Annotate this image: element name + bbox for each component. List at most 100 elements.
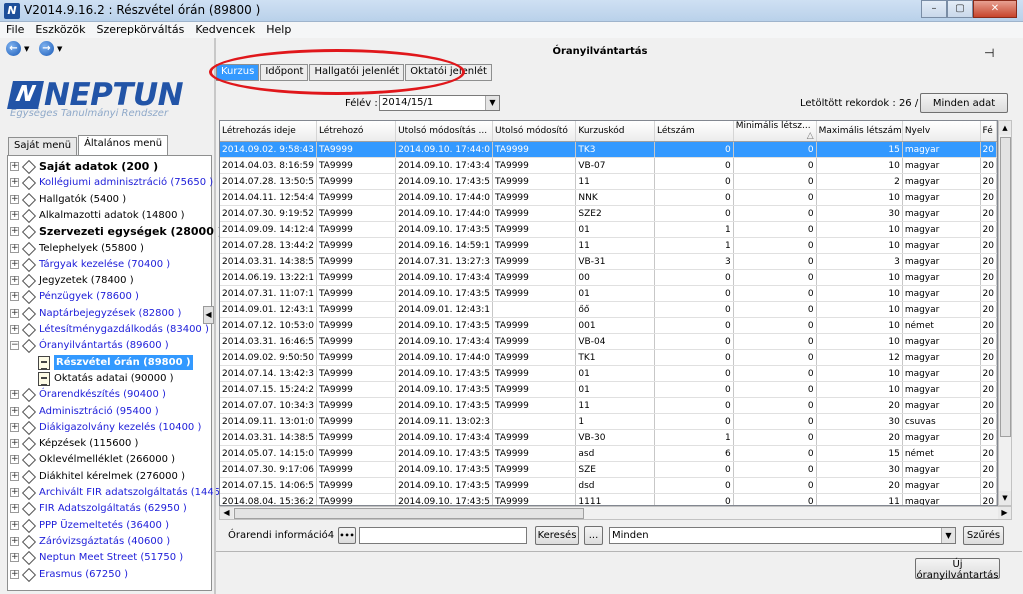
- forward-dropdown-icon[interactable]: ▼: [57, 45, 62, 53]
- expand-icon[interactable]: +: [10, 422, 19, 432]
- filter-select[interactable]: Minden ▼: [609, 527, 956, 544]
- menu-file[interactable]: File: [0, 22, 29, 36]
- table-row[interactable]: 2014.07.31. 11:07:1 TA9999 2014.09.10. 17:…: [220, 285, 997, 302]
- column-header[interactable]: Létszám: [654, 121, 734, 142]
- felev-select[interactable]: 2014/15/1 ▼: [379, 95, 500, 111]
- column-header[interactable]: Létrehozás ideje: [220, 121, 317, 142]
- back-arrow-icon[interactable]: ←: [6, 41, 21, 56]
- table-cell: TA9999: [316, 381, 397, 398]
- expand-icon[interactable]: +: [10, 162, 19, 171]
- column-header[interactable]: Kurzuskód: [575, 121, 655, 142]
- expand-icon[interactable]: +: [10, 227, 19, 237]
- table-row[interactable]: 2014.09.01. 12:43:1 TA9999 2014.09.01. 12:…: [220, 301, 997, 318]
- column-header[interactable]: Maximális létszám: [816, 121, 903, 142]
- search-button[interactable]: Keresés: [535, 526, 579, 545]
- table-row[interactable]: 2014.07.15. 14:06:5 TA9999 2014.09.10. 17:…: [220, 477, 997, 494]
- expand-icon[interactable]: +: [10, 325, 19, 334]
- table-cell: magyar: [902, 173, 981, 190]
- hscroll-thumb[interactable]: [234, 508, 584, 519]
- column-header[interactable]: Utolsó módosítás ...: [395, 121, 494, 142]
- menu-szerepkorvaltas[interactable]: Szerepkörváltás: [90, 22, 189, 36]
- expand-icon[interactable]: +: [10, 504, 19, 514]
- table-row[interactable]: 2014.07.28. 13:44:2 TA9999 2014.09.16. 14:…: [220, 237, 997, 254]
- table-row[interactable]: 2014.05.07. 14:15:0 TA9999 2014.09.10. 17:…: [220, 445, 997, 462]
- expand-icon[interactable]: +: [10, 471, 19, 481]
- scroll-left-icon[interactable]: ◀: [220, 507, 233, 519]
- table-row[interactable]: 2014.04.03. 8:16:59 TA9999 2014.09.10. 17:…: [220, 157, 997, 174]
- column-header[interactable]: Nyelv: [902, 121, 981, 142]
- filter-button[interactable]: Szűrés: [963, 526, 1004, 545]
- table-row[interactable]: 2014.07.30. 9:17:06 TA9999 2014.09.10. 17:…: [220, 461, 997, 478]
- expand-icon[interactable]: +: [10, 210, 19, 220]
- expand-icon[interactable]: +: [10, 243, 19, 253]
- table-row[interactable]: 2014.04.11. 12:54:4 TA9999 2014.09.10. 17:…: [220, 189, 997, 206]
- table-row[interactable]: 2014.07.12. 10:53:0 TA9999 2014.09.10. 17:…: [220, 317, 997, 334]
- chevron-down-icon[interactable]: ▼: [941, 528, 955, 543]
- table-row[interactable]: 2014.07.14. 13:42:3 TA9999 2014.09.10. 17:…: [220, 365, 997, 382]
- table-row[interactable]: 2014.07.07. 10:34:3 TA9999 2014.09.10. 17:…: [220, 397, 997, 414]
- expand-icon[interactable]: +: [10, 292, 19, 302]
- chevron-down-icon[interactable]: ▼: [485, 96, 499, 110]
- table-row[interactable]: 2014.07.28. 13:50:5 TA9999 2014.09.10. 17:…: [220, 173, 997, 190]
- table-row[interactable]: 2014.09.02. 9:50:50 TA9999 2014.09.10. 17:…: [220, 349, 997, 366]
- expand-icon[interactable]: +: [10, 488, 19, 497]
- table-row[interactable]: 2014.09.09. 14:12:4 TA9999 2014.09.10. 17:…: [220, 221, 997, 238]
- table-row[interactable]: 2014.03.31. 14:38:5 TA9999 2014.07.31. 13:…: [220, 253, 997, 270]
- expand-icon[interactable]: +: [10, 194, 19, 204]
- expand-icon[interactable]: +: [10, 276, 19, 286]
- back-dropdown-icon[interactable]: ▼: [24, 45, 29, 53]
- expand-icon[interactable]: +: [10, 569, 19, 579]
- expand-icon[interactable]: +: [10, 308, 19, 318]
- column-header[interactable]: Minimális létsz... △: [733, 121, 817, 142]
- expand-icon[interactable]: +: [10, 178, 19, 188]
- table-cell: TA9999: [492, 269, 577, 286]
- expand-icon[interactable]: +: [10, 390, 19, 400]
- tab-sajat-menu[interactable]: Saját menü: [8, 137, 78, 155]
- scroll-right-icon[interactable]: ▶: [998, 507, 1011, 519]
- expand-icon[interactable]: +: [10, 455, 19, 465]
- menu-help[interactable]: Help: [260, 22, 296, 36]
- table-cell: 2014.09.11. 13:02:3: [395, 413, 494, 430]
- expand-icon[interactable]: +: [10, 536, 19, 546]
- new-attendance-button[interactable]: Új óranyilvántartás: [915, 558, 1000, 581]
- expand-icon[interactable]: +: [10, 259, 19, 269]
- column-header[interactable]: Létrehozó: [316, 121, 397, 142]
- table-row[interactable]: 2014.07.15. 15:24:2 TA9999 2014.09.10. 17:…: [220, 381, 997, 398]
- grid-vertical-scrollbar[interactable]: ▲ ▼: [998, 120, 1012, 506]
- column-header[interactable]: Utolsó módosító: [492, 121, 577, 142]
- collapse-icon[interactable]: −: [10, 341, 19, 351]
- collapse-panel-icon[interactable]: ◀: [203, 306, 214, 324]
- info-input[interactable]: [359, 527, 527, 544]
- expand-icon[interactable]: +: [10, 439, 19, 449]
- scroll-thumb[interactable]: [1000, 137, 1011, 437]
- column-header[interactable]: Fé: [980, 121, 997, 142]
- panel-splitter[interactable]: [214, 38, 216, 594]
- dots-button[interactable]: •••: [338, 527, 356, 544]
- table-cell: 0: [733, 413, 817, 430]
- table-row[interactable]: 2014.09.11. 13:01:0 TA9999 2014.09.11. 13:…: [220, 413, 997, 430]
- table-row[interactable]: 2014.07.30. 9:19:52 TA9999 2014.09.10. 17:…: [220, 205, 997, 222]
- table-row[interactable]: 2014.08.04. 15:36:2 TA9999 2014.09.10. 17:…: [220, 493, 997, 505]
- table-row[interactable]: 2014.03.31. 14:38:5 TA9999 2014.09.10. 17:…: [220, 429, 997, 446]
- scroll-down-icon[interactable]: ▼: [999, 491, 1011, 505]
- table-row[interactable]: 2014.03.31. 16:46:5 TA9999 2014.09.10. 17:…: [220, 333, 997, 350]
- expand-icon[interactable]: +: [10, 553, 19, 563]
- close-icon[interactable]: ✕: [973, 0, 1017, 18]
- scroll-up-icon[interactable]: ▲: [999, 121, 1011, 135]
- menu-kedvencek[interactable]: Kedvencek: [189, 22, 260, 36]
- table-row[interactable]: 2014.06.19. 13:22:1 TA9999 2014.09.10. 17:…: [220, 269, 997, 286]
- menu-eszkozok[interactable]: Eszközök: [29, 22, 90, 36]
- tab-altalanos-menu[interactable]: Általános menü: [78, 135, 169, 155]
- table-cell: 2014.09.10. 17:43:5: [395, 285, 494, 302]
- pin-icon[interactable]: ⊣: [984, 46, 994, 60]
- grid-horizontal-scrollbar[interactable]: ◀ ▶: [219, 506, 1012, 520]
- all-data-button[interactable]: Minden adat: [920, 93, 1008, 113]
- maximize-icon[interactable]: ▢: [947, 0, 973, 18]
- table-row[interactable]: 2014.09.02. 9:58:43 TA9999 2014.09.10. 17:…: [220, 141, 997, 158]
- expand-icon[interactable]: +: [10, 520, 19, 530]
- expand-icon[interactable]: +: [10, 406, 19, 416]
- forward-arrow-icon[interactable]: →: [39, 41, 54, 56]
- table-cell: 30: [816, 461, 903, 478]
- minimize-icon[interactable]: –: [921, 0, 947, 18]
- ellipsis-button[interactable]: ...: [584, 526, 603, 545]
